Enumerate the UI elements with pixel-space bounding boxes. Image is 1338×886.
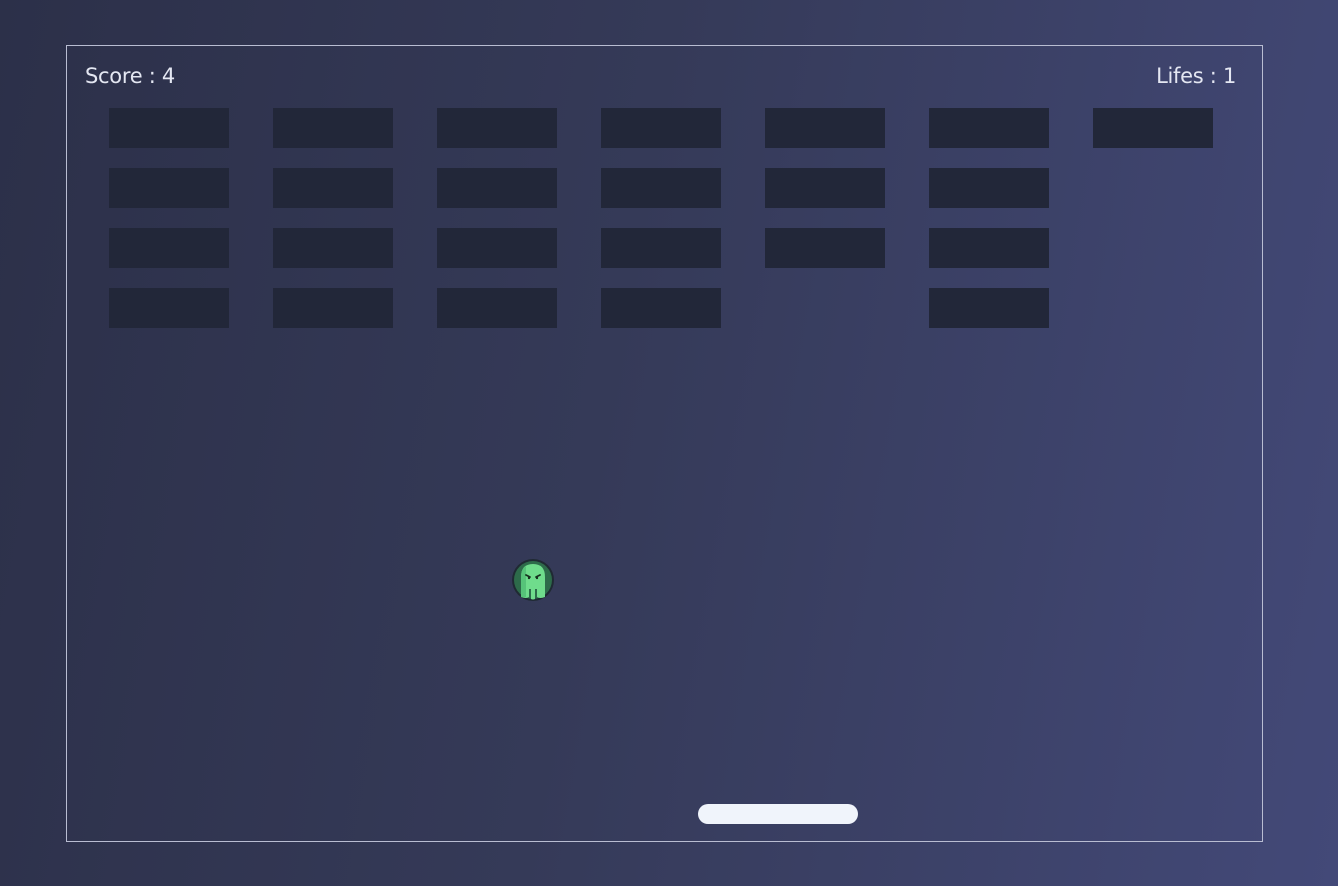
- paddle[interactable]: [698, 804, 858, 824]
- lives-label: Lifes : 1: [1156, 64, 1236, 88]
- brick: [273, 168, 393, 208]
- brick: [109, 168, 229, 208]
- brick: [437, 228, 557, 268]
- game-board[interactable]: Score : 4 Lifes : 1: [66, 45, 1263, 842]
- brick: [109, 228, 229, 268]
- brick: [273, 288, 393, 328]
- brick: [601, 108, 721, 148]
- brick: [437, 288, 557, 328]
- brick: [437, 108, 557, 148]
- brick: [601, 228, 721, 268]
- brick: [765, 108, 885, 148]
- brick: [765, 228, 885, 268]
- brick: [765, 168, 885, 208]
- brick: [437, 168, 557, 208]
- brick: [1093, 108, 1213, 148]
- brick: [273, 108, 393, 148]
- brick: [109, 108, 229, 148]
- brick: [601, 288, 721, 328]
- brick: [273, 228, 393, 268]
- brick: [929, 108, 1049, 148]
- brick: [109, 288, 229, 328]
- score-label: Score : 4: [85, 64, 175, 88]
- green-octopus-icon: [512, 559, 554, 601]
- brick: [601, 168, 721, 208]
- brick: [929, 168, 1049, 208]
- brick: [929, 288, 1049, 328]
- ball: [512, 559, 554, 601]
- brick: [929, 228, 1049, 268]
